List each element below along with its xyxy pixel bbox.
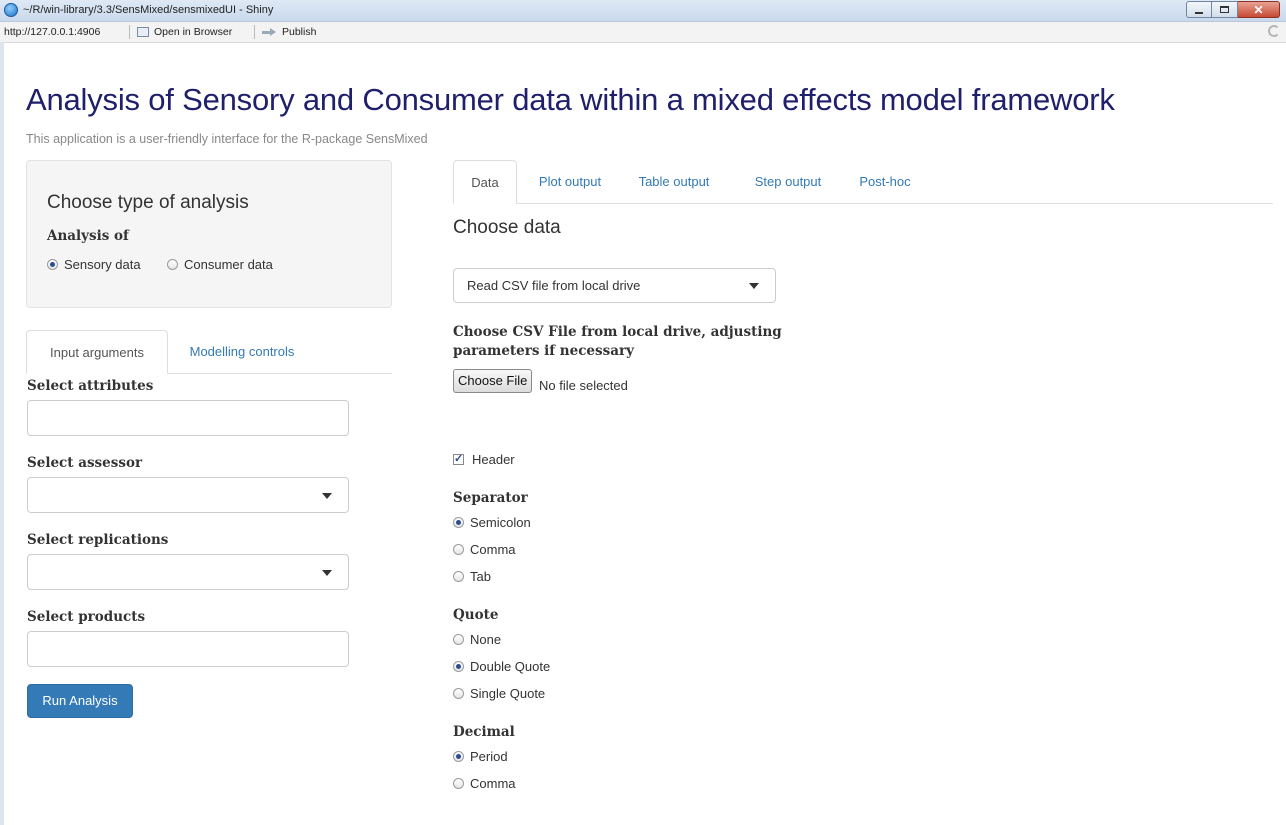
tab-post-hoc[interactable]: Post-hoc [849, 160, 921, 204]
window-title-bar: ~/R/win-library/3.3/SensMixed/sensmixedU… [0, 0, 1286, 22]
data-source-select[interactable]: Read CSV file from local drive [453, 268, 776, 303]
left-tab-bar: Input arguments Modelling controls [26, 330, 392, 374]
radio-unselected-icon [453, 571, 464, 582]
main-tab-bar: Data Plot output Table output Step outpu… [453, 160, 1273, 204]
radio-selected-icon [453, 517, 464, 528]
choose-file-button[interactable]: Choose File [453, 369, 533, 393]
window-icon [137, 27, 149, 37]
radio-quote-double[interactable]: Double Quote [453, 659, 550, 674]
radio-selected-icon [453, 751, 464, 762]
radio-label: Comma [470, 776, 516, 791]
run-analysis-button[interactable]: Run Analysis [27, 684, 133, 718]
radio-decimal-period[interactable]: Period [453, 749, 508, 764]
chevron-down-icon [322, 493, 332, 499]
toolbar-separator [254, 25, 255, 39]
csv-file-label: Choose CSV File from local drive, adjust… [453, 324, 782, 359]
page-subtitle: This application is a user-friendly inte… [26, 132, 428, 146]
replications-select[interactable] [27, 554, 349, 590]
decimal-label: Decimal [453, 724, 515, 740]
close-button[interactable]: ✕ [1238, 1, 1280, 18]
radio-label: Period [470, 749, 508, 764]
tab-input-arguments[interactable]: Input arguments [26, 330, 168, 374]
analysis-type-panel: Choose type of analysis Analysis of Sens… [26, 160, 392, 308]
close-icon: ✕ [1253, 2, 1264, 17]
radio-quote-single[interactable]: Single Quote [453, 686, 545, 701]
header-label: Header [472, 452, 515, 467]
minimize-button[interactable] [1186, 1, 1212, 18]
window-title: ~/R/win-library/3.3/SensMixed/sensmixedU… [23, 4, 274, 16]
radio-unselected-icon [453, 634, 464, 645]
refresh-icon[interactable] [1268, 25, 1280, 37]
url-label: http://127.0.0.1:4906 [4, 26, 101, 38]
radio-separator-tab[interactable]: Tab [453, 569, 491, 584]
radio-sensory-data[interactable]: Sensory data [47, 257, 141, 272]
radio-quote-none[interactable]: None [453, 632, 501, 647]
file-status-text: No file selected [539, 378, 628, 393]
radio-label: Sensory data [64, 257, 141, 272]
radio-separator-comma[interactable]: Comma [453, 542, 516, 557]
choose-data-heading: Choose data [453, 217, 561, 238]
toolbar-separator [129, 25, 130, 39]
checkbox-checked-icon [453, 452, 464, 465]
window-controls: ✕ [1186, 1, 1280, 18]
select-replications-label: Select replications [27, 532, 169, 548]
tab-table-output[interactable]: Table output [623, 160, 725, 204]
radio-label: Double Quote [470, 659, 551, 674]
analysis-of-label: Analysis of [47, 228, 129, 244]
analysis-type-heading: Choose type of analysis [47, 192, 249, 213]
open-in-browser-button[interactable]: Open in Browser [137, 26, 232, 38]
radio-selected-icon [47, 259, 58, 270]
assessor-select[interactable] [27, 477, 349, 513]
tab-data[interactable]: Data [453, 160, 517, 204]
radio-selected-icon [453, 661, 464, 672]
tab-step-output[interactable]: Step output [741, 160, 835, 204]
select-products-label: Select products [27, 609, 146, 625]
radio-label: Single Quote [470, 686, 546, 701]
window-left-border [0, 42, 4, 825]
maximize-button[interactable] [1212, 1, 1238, 18]
select-assessor-label: Select assessor [27, 455, 143, 471]
quote-label: Quote [453, 607, 499, 623]
radio-decimal-comma[interactable]: Comma [453, 776, 516, 791]
radio-label: Consumer data [184, 257, 273, 272]
radio-unselected-icon [453, 688, 464, 699]
data-source-value: Read CSV file from local drive [467, 278, 641, 293]
tab-modelling-controls[interactable]: Modelling controls [172, 330, 312, 374]
tab-plot-output[interactable]: Plot output [523, 160, 617, 204]
chevron-down-icon [322, 570, 332, 576]
select-attributes-label: Select attributes [27, 378, 154, 394]
radio-unselected-icon [453, 544, 464, 555]
chevron-down-icon [749, 283, 759, 289]
viewer-toolbar: http://127.0.0.1:4906 Open in Browser Pu… [0, 22, 1286, 43]
radio-unselected-icon [453, 778, 464, 789]
minimize-icon [1195, 11, 1203, 14]
publish-label: Publish [282, 26, 317, 38]
rstudio-app-icon [4, 3, 18, 17]
attributes-input[interactable] [27, 400, 349, 436]
separator-label: Separator [453, 490, 528, 506]
maximize-icon [1220, 6, 1229, 13]
radio-label: Comma [470, 542, 516, 557]
radio-label: Tab [470, 569, 491, 584]
radio-label: None [470, 632, 502, 647]
publish-arrow-icon [262, 28, 276, 36]
products-input[interactable] [27, 631, 349, 667]
radio-separator-semicolon[interactable]: Semicolon [453, 515, 531, 530]
radio-consumer-data[interactable]: Consumer data [167, 257, 273, 272]
open-in-browser-label: Open in Browser [154, 26, 233, 38]
publish-button[interactable]: Publish [262, 26, 316, 38]
header-checkbox[interactable]: Header [453, 452, 515, 467]
radio-unselected-icon [167, 259, 178, 270]
page-title: Analysis of Sensory and Consumer data wi… [26, 82, 1115, 117]
radio-label: Semicolon [470, 515, 531, 530]
